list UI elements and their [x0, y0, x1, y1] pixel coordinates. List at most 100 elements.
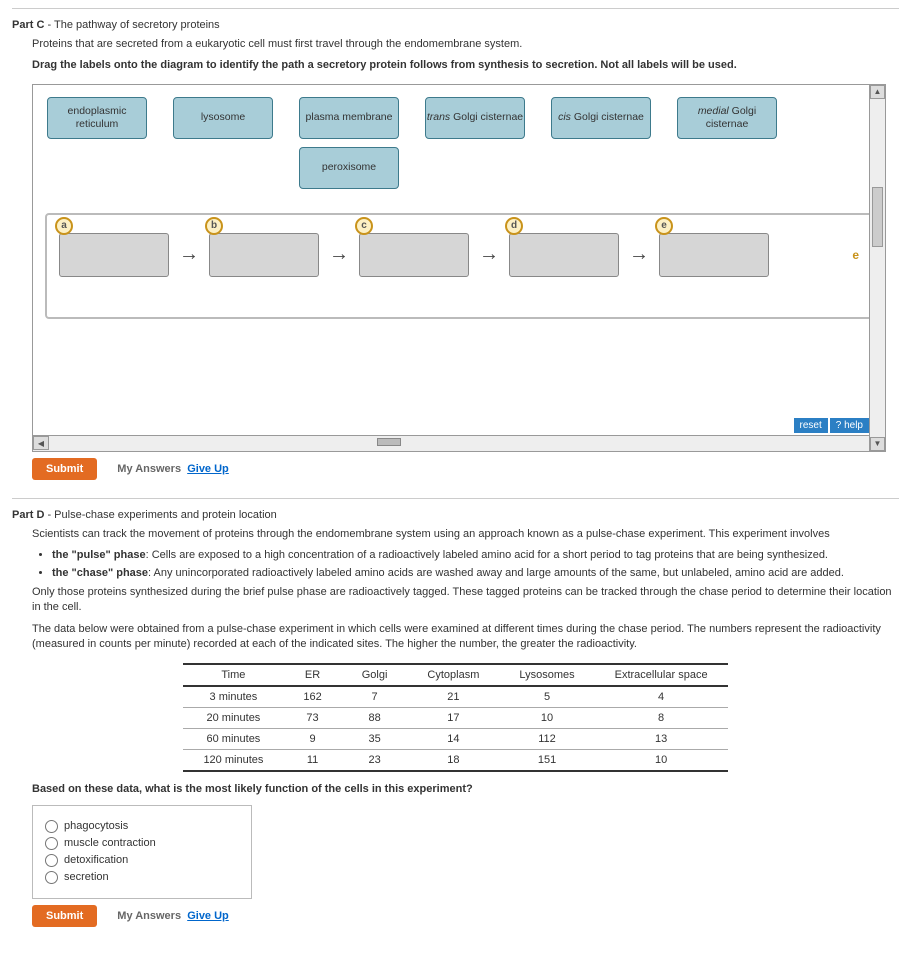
radio-input[interactable] [45, 871, 58, 884]
table-row: 20 minutes738817108 [183, 707, 727, 728]
part-c-instruction: Drag the labels onto the diagram to iden… [32, 58, 899, 73]
answer-box: phagocytosis muscle contraction detoxifica… [32, 805, 252, 899]
part-c-button-row: Submit My Answers Give Up [32, 458, 899, 480]
table-cell: 73 [283, 707, 341, 728]
vertical-scrollbar[interactable]: ▲ ▼ [869, 85, 885, 451]
table-header-cell: Extracellular space [595, 664, 728, 686]
scroll-left-icon[interactable]: ◀ [33, 436, 49, 450]
arrow-icon: → [179, 243, 199, 266]
table-cell: 23 [342, 749, 408, 771]
drop-slot[interactable] [659, 233, 769, 277]
table-row: 60 minutes9351411213 [183, 728, 727, 749]
my-answers-link[interactable]: My Answers [117, 463, 181, 475]
drop-slot[interactable] [59, 233, 169, 277]
part-c-title: Part C - The pathway of secretory protei… [12, 19, 899, 31]
table-row: 3 minutes16272154 [183, 686, 727, 708]
table-header-cell: Golgi [342, 664, 408, 686]
table-cell: 60 minutes [183, 728, 283, 749]
my-answers-link[interactable]: My Answers [117, 910, 181, 922]
radio-input[interactable] [45, 820, 58, 833]
part-c-subtitle: - The pathway of secretory proteins [44, 19, 219, 31]
data-table: TimeERGolgiCytoplasmLysosomesExtracellul… [183, 663, 727, 772]
answer-option[interactable]: muscle contraction [45, 837, 239, 850]
drag-label[interactable]: endoplasmic reticulum [47, 97, 147, 139]
slot-tag: e [655, 217, 673, 235]
part-d-button-row: Submit My Answers Give Up [32, 905, 899, 927]
table-cell: 112 [499, 728, 594, 749]
table-cell: 7 [342, 686, 408, 708]
drop-slot-wrap: b [209, 233, 319, 277]
part-c-label: Part C [12, 19, 44, 31]
table-cell: 151 [499, 749, 594, 771]
part-d-desc-3: The data below were obtained from a puls… [32, 622, 899, 653]
diagram-scroll-area[interactable]: endoplasmic reticulum lysosome plasma memb… [33, 85, 885, 435]
table-cell: 120 minutes [183, 749, 283, 771]
bullet-list: the "pulse" phase: Cells are exposed to … [52, 548, 899, 581]
answer-label: secretion [64, 871, 109, 883]
part-c-section: Part C - The pathway of secretory protei… [12, 8, 899, 480]
drop-slot-wrap: d [509, 233, 619, 277]
table-cell: 9 [283, 728, 341, 749]
answer-label: phagocytosis [64, 820, 128, 832]
label-tray-row2: peroxisome [37, 143, 881, 193]
give-up-link[interactable]: Give Up [187, 463, 229, 475]
arrow-icon: → [329, 243, 349, 266]
answer-label: muscle contraction [64, 837, 156, 849]
table-body: 3 minutes1627215420 minutes73881710860 m… [183, 686, 727, 771]
drag-label[interactable]: cis Golgi cisternae [551, 97, 651, 139]
table-cell: 8 [595, 707, 728, 728]
table-cell: 13 [595, 728, 728, 749]
drop-slot-wrap: e [659, 233, 769, 277]
help-reset-bar: reset ? help [794, 418, 869, 433]
help-button[interactable]: ? help [830, 418, 869, 433]
submit-button[interactable]: Submit [32, 458, 97, 480]
radio-input[interactable] [45, 837, 58, 850]
drop-slot[interactable] [509, 233, 619, 277]
reset-button[interactable]: reset [794, 418, 828, 433]
table-cell: 162 [283, 686, 341, 708]
table-cell: 3 minutes [183, 686, 283, 708]
part-d-desc-2: Only those proteins synthesized during t… [32, 585, 899, 616]
part-d-title: Part D - Pulse-chase experiments and pro… [12, 509, 899, 521]
answer-option[interactable]: phagocytosis [45, 820, 239, 833]
scroll-down-icon[interactable]: ▼ [870, 437, 885, 451]
drop-slot[interactable] [359, 233, 469, 277]
table-cell: 20 minutes [183, 707, 283, 728]
answer-option[interactable]: secretion [45, 871, 239, 884]
drag-label[interactable]: trans Golgi cisternae [425, 97, 525, 139]
arrow-icon: → [479, 243, 499, 266]
horizontal-scroll-track[interactable] [49, 436, 869, 450]
table-cell: 35 [342, 728, 408, 749]
horizontal-scrollbar[interactable]: ◀ ▶ [33, 435, 885, 451]
drop-slot[interactable] [209, 233, 319, 277]
horizontal-scroll-thumb[interactable] [377, 438, 401, 446]
drop-slot-wrap: c [359, 233, 469, 277]
submit-button[interactable]: Submit [32, 905, 97, 927]
table-cell: 11 [283, 749, 341, 771]
scroll-up-icon[interactable]: ▲ [870, 85, 885, 99]
table-cell: 5 [499, 686, 594, 708]
side-marker: e [852, 248, 859, 262]
slot-tag: c [355, 217, 373, 235]
answer-option[interactable]: detoxification [45, 854, 239, 867]
drag-label[interactable]: lysosome [173, 97, 273, 139]
table-header-cell: Lysosomes [499, 664, 594, 686]
give-up-link[interactable]: Give Up [187, 910, 229, 922]
part-c-desc-1: Proteins that are secreted from a eukary… [32, 37, 899, 52]
table-cell: 18 [407, 749, 499, 771]
drag-label[interactable]: plasma membrane [299, 97, 399, 139]
slot-tag: a [55, 217, 73, 235]
radio-input[interactable] [45, 854, 58, 867]
part-d-desc-1: Scientists can track the movement of pro… [32, 527, 899, 542]
table-cell: 21 [407, 686, 499, 708]
drag-label[interactable]: medial Golgi cisternae [677, 97, 777, 139]
answer-label: detoxification [64, 854, 128, 866]
label-tray: endoplasmic reticulum lysosome plasma memb… [37, 93, 881, 143]
vertical-scroll-thumb[interactable] [872, 187, 883, 247]
table-cell: 17 [407, 707, 499, 728]
table-cell: 14 [407, 728, 499, 749]
bullet-item: the "chase" phase: Any unincorporated ra… [52, 566, 899, 581]
drag-label[interactable]: peroxisome [299, 147, 399, 189]
table-row: 120 minutes11231815110 [183, 749, 727, 771]
table-header-cell: Time [183, 664, 283, 686]
